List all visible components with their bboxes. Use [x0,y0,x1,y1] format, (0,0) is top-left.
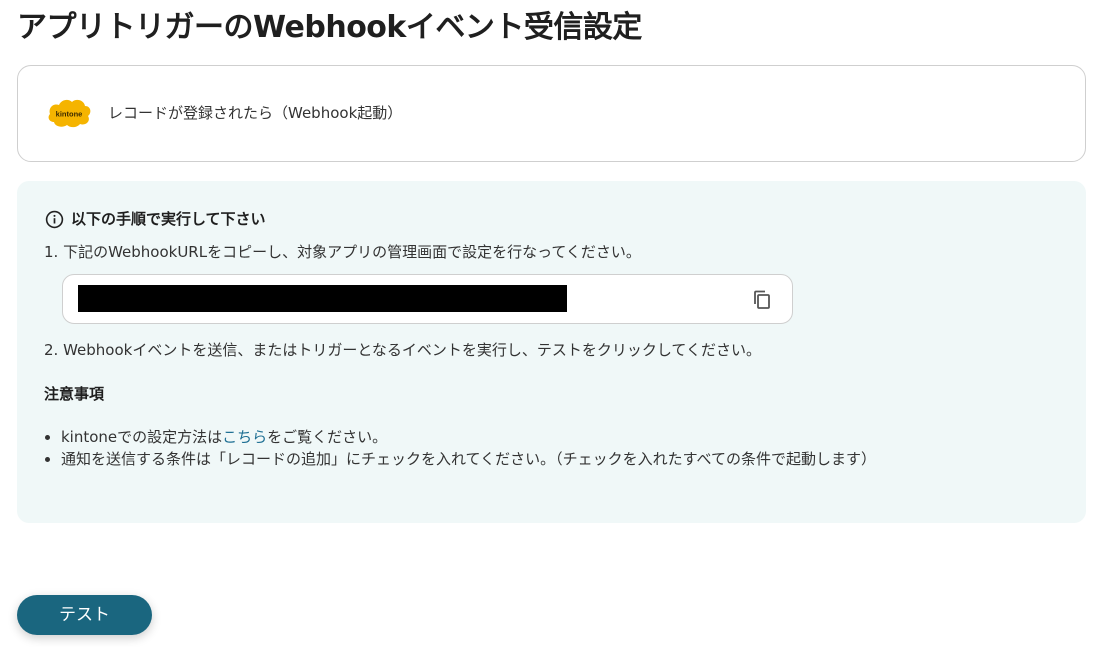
trigger-label: レコードが登録されたら（Webhook起動） [108,104,403,122]
test-button[interactable]: テスト [17,595,152,635]
kintone-logo-text: kintone [56,110,83,119]
instructions-header: 以下の手順で実行して下さい [45,208,266,230]
webhook-url-value[interactable] [78,285,567,312]
instructions-panel: 以下の手順で実行して下さい 1. 下記のWebhookURLをコピーし、対象アプ… [17,181,1086,523]
webhook-settings-page: アプリトリガーのWebhookイベント受信設定 kintone レコードが登録さ… [0,0,1106,647]
notes-list: kintoneでの設定方法はこちらをご覧ください。 通知を送信する条件は「レコー… [61,426,876,470]
list-item: kintoneでの設定方法はこちらをご覧ください。 [61,426,876,448]
info-icon [45,210,64,228]
step-1-text: 1. 下記のWebhookURLをコピーし、対象アプリの管理画面で設定を行なって… [44,243,641,261]
webhook-url-field[interactable] [62,274,793,324]
copy-url-button[interactable] [749,288,775,312]
note-1-prefix: kintoneでの設定方法は [61,428,223,446]
setup-guide-link[interactable]: こちら [222,428,267,446]
note-1-suffix: をご覧ください。 [267,428,388,446]
step-2-text: 2. Webhookイベントを送信、またはトリガーとなるイベントを実行し、テスト… [44,341,761,359]
copy-icon [754,290,770,309]
notes-title: 注意事項 [44,385,105,403]
trigger-card: kintone レコードが登録されたら（Webhook起動） [17,65,1086,162]
list-item: 通知を送信する条件は「レコードの追加」にチェックを入れてください。（チェックを入… [61,448,876,470]
instructions-title: 以下の手順で実行して下さい [71,210,266,228]
page-title: アプリトリガーのWebhookイベント受信設定 [17,10,642,45]
kintone-logo-icon: kintone [48,99,91,128]
